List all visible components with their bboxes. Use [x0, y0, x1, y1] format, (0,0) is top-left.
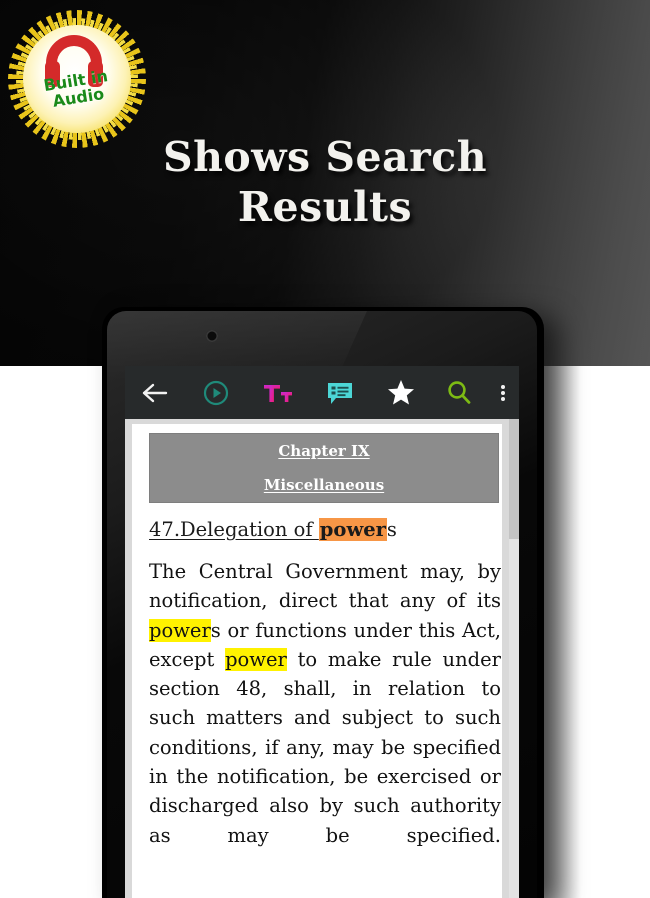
- notes-button[interactable]: [309, 366, 371, 419]
- section-heading-suffix: s: [386, 518, 397, 541]
- badge-text: Built in Audio: [23, 64, 131, 114]
- section-heading-prefix: 47.Delegation of: [149, 518, 319, 541]
- badge-content: Built in Audio: [25, 27, 129, 131]
- font-size-button[interactable]: [247, 366, 309, 419]
- play-circle-icon: [203, 380, 229, 405]
- search-button[interactable]: [431, 366, 487, 419]
- chapter-banner: Chapter IX Miscellaneous: [149, 433, 499, 503]
- overflow-menu-button[interactable]: [487, 366, 519, 419]
- document-scrollbar-thumb[interactable]: [509, 419, 519, 539]
- chat-list-icon: [328, 382, 352, 404]
- body-text-segment: The Central Government may, by notificat…: [149, 560, 501, 613]
- arrow-left-icon: [142, 383, 168, 402]
- search-match-highlight: power: [225, 647, 287, 671]
- search-match-highlight: power: [318, 518, 387, 541]
- built-in-audio-badge: Built in Audio: [4, 6, 150, 152]
- back-button[interactable]: [125, 366, 185, 419]
- text-size-icon: [264, 384, 292, 402]
- document-scrollbar[interactable]: [509, 419, 519, 898]
- document-page[interactable]: Chapter IX Miscellaneous 47.Delegation o…: [132, 424, 502, 898]
- bookmark-button[interactable]: [371, 366, 431, 419]
- star-icon: [388, 380, 414, 405]
- page-left-margin: [0, 366, 107, 898]
- dot: [501, 396, 505, 401]
- section-heading: 47.Delegation of powers: [149, 518, 501, 541]
- chapter-title: Chapter IX: [278, 442, 370, 460]
- chapter-subtitle: Miscellaneous: [263, 476, 385, 494]
- body-text-segment: to make rule under section 48, shall, in…: [149, 647, 501, 847]
- search-match-highlight: power: [149, 618, 211, 642]
- dot: [501, 390, 505, 395]
- dot: [501, 384, 505, 389]
- document-page-frame: Chapter IX Miscellaneous 47.Delegation o…: [125, 419, 509, 898]
- document-body-text: The Central Government may, by notificat…: [149, 557, 501, 879]
- tablet-drop-shadow: [537, 366, 581, 898]
- magnifier-icon: [448, 380, 471, 404]
- three-dots-vertical-icon: [501, 383, 505, 403]
- play-button[interactable]: [185, 366, 247, 419]
- app-toolbar: [125, 366, 519, 419]
- tablet-camera: [206, 330, 218, 342]
- tablet-screen: Chapter IX Miscellaneous 47.Delegation o…: [125, 366, 519, 898]
